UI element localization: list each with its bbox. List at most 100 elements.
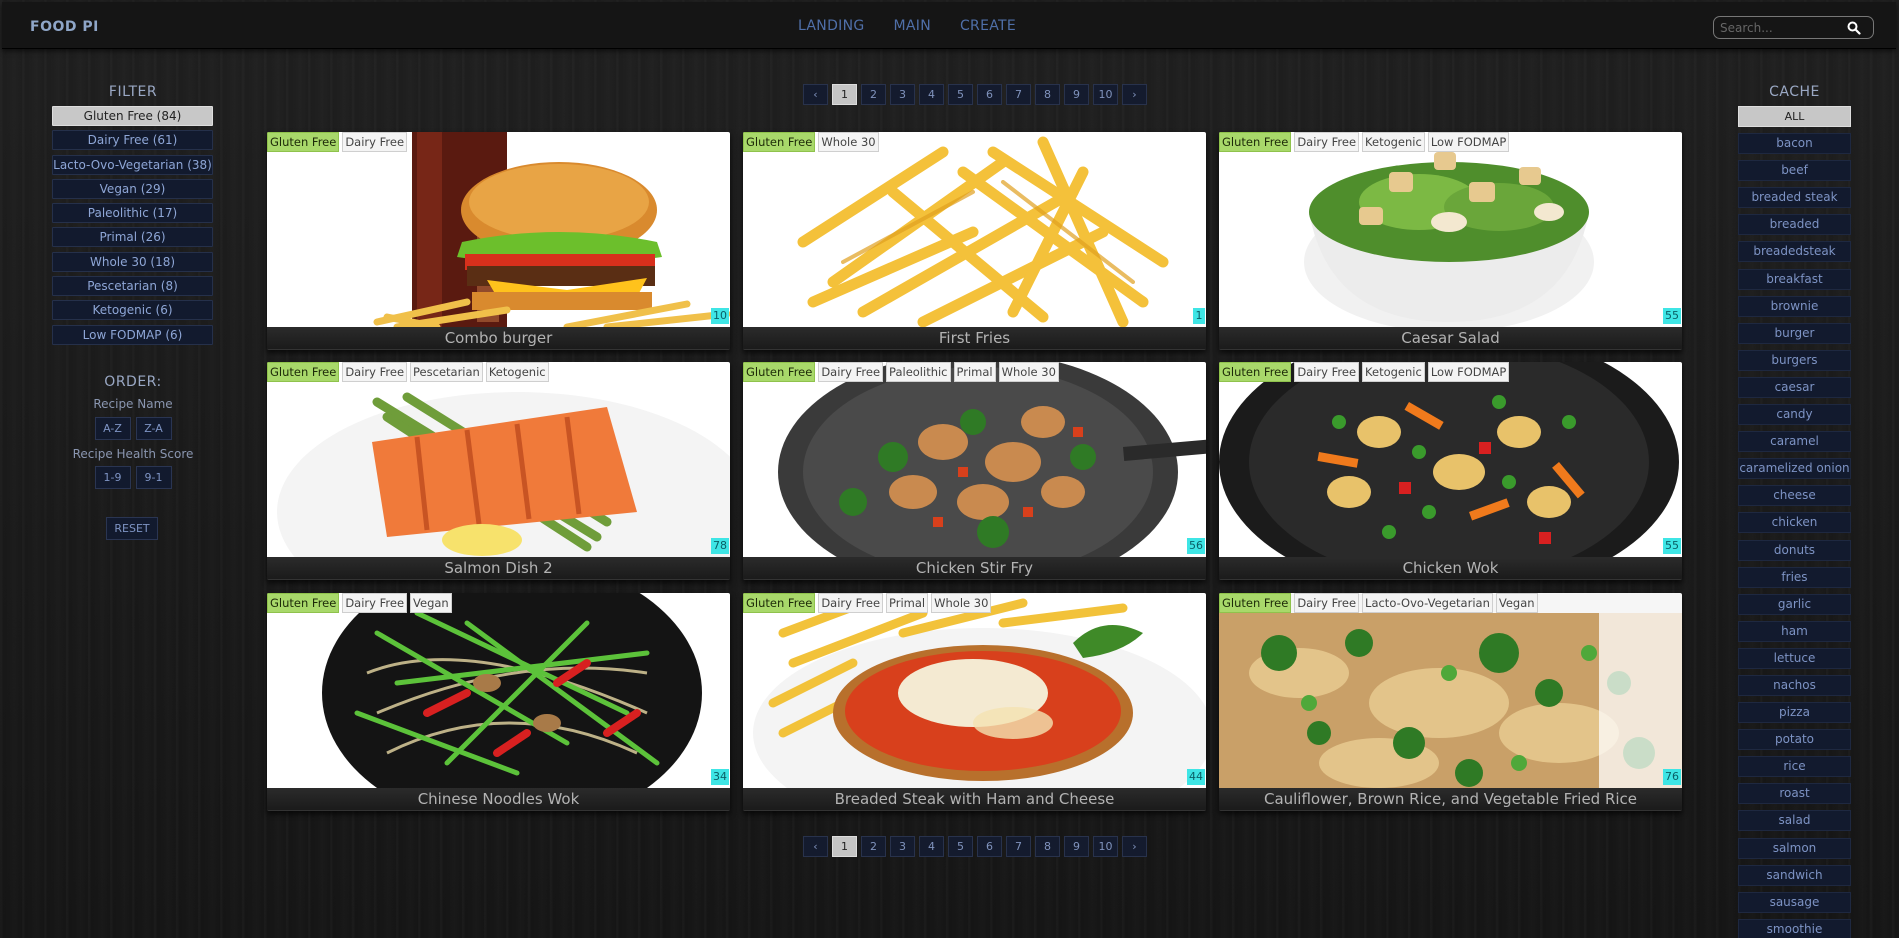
sort-z-a-button[interactable]: Z-A [135,417,172,440]
recipe-card[interactable]: Gluten Free Dairy Free Paleolithic Primal Wh… [743,362,1206,580]
recipe-title: Chicken Stir Fry [743,557,1206,579]
recipe-image-art [1219,132,1682,327]
filter-item[interactable]: Pescetarian (8) [52,276,213,297]
recipe-card[interactable]: Gluten Free Dairy Free Pescetarian Ketogeni… [267,362,730,580]
cache-item[interactable]: caramel [1738,431,1851,453]
cache-item[interactable]: breakfast [1738,268,1851,290]
cache-item[interactable]: bacon [1738,133,1851,155]
recipe-image-art [267,593,730,788]
cache-item[interactable]: sandwich [1738,864,1851,886]
cache-item[interactable]: garlic [1738,593,1851,615]
filter-item[interactable]: Lacto-Ovo-Vegetarian (38) [52,154,213,175]
cache-item[interactable]: chicken [1738,512,1851,534]
page-button[interactable]: 6 [977,836,1002,857]
page-button[interactable]: 3 [890,84,915,105]
cache-item[interactable]: fries [1738,566,1851,588]
page-button[interactable]: 9 [1064,836,1089,857]
page-button[interactable]: 5 [948,836,973,857]
page-button[interactable]: 8 [1035,84,1060,105]
diet-tag: Low FODMAP [1427,132,1510,152]
filter-item[interactable]: Ketogenic (6) [52,300,213,321]
filter-item[interactable]: Dairy Free (61) [52,130,213,151]
cache-item[interactable]: caesar [1738,376,1851,398]
cache-item[interactable]: ALL [1738,106,1851,127]
cache-item[interactable]: potato [1738,729,1851,751]
search-input[interactable] [1720,20,1840,36]
filter-item[interactable]: Low FODMAP (6) [52,324,213,345]
cache-item[interactable]: rice [1738,756,1851,778]
search-icon[interactable] [1847,21,1861,35]
filter-item[interactable]: Vegan (29) [52,178,213,199]
recipe-card[interactable]: Gluten Free Dairy Free Lacto-Ovo-Vegetaria… [1219,593,1682,811]
diet-tags: Gluten Free Dairy Free Pescetarian Ketogeni… [267,362,549,382]
recipe-card[interactable]: Gluten Free Whole 30 1 First Fries [743,132,1206,350]
recipe-card[interactable]: Gluten Free Dairy Free Ketogenic Low FODMAP… [1219,362,1682,580]
sort-1-9-button[interactable]: 1-9 [94,466,131,489]
recipe-card[interactable]: Gluten Free Dairy Free Ketogenic Low FODMAP… [1219,132,1682,350]
cache-item[interactable]: ham [1738,620,1851,642]
cache-item[interactable]: caramelized onion [1738,458,1851,480]
diet-tag: Dairy Free [818,362,884,382]
diet-tags: Gluten Free Whole 30 [743,132,879,152]
cache-item[interactable]: pizza [1738,702,1851,724]
page-button[interactable]: 3 [890,836,915,857]
nav-link-main[interactable]: MAIN [894,18,931,34]
cache-item[interactable]: salad [1738,810,1851,832]
page-button[interactable]: 1 [832,836,857,857]
page-button[interactable]: 8 [1035,836,1060,857]
recipe-card[interactable]: Gluten Free Dairy Free 10 Combo burger [267,132,730,350]
diet-tags: Gluten Free Dairy Free [267,132,408,152]
cache-item[interactable]: nachos [1738,674,1851,696]
page-button[interactable]: 5 [948,84,973,105]
filter-item[interactable]: Whole 30 (18) [52,251,213,272]
filter-item[interactable]: Gluten Free (84) [52,106,213,126]
recipe-card[interactable]: Gluten Free Dairy Free Primal Whole 30 44 Bre… [743,593,1206,811]
recipe-image [267,593,730,788]
page-button[interactable]: 7 [1006,836,1031,857]
sort-9-1-button[interactable]: 9-1 [135,466,172,489]
page-button[interactable]: 1 [832,84,857,105]
prev-page-button[interactable]: ‹ [803,84,828,105]
cache-item[interactable]: breadedsteak [1738,241,1851,263]
brand-logo[interactable]: FOOD PI [30,19,99,35]
page-button[interactable]: 2 [861,836,886,857]
filter-item[interactable]: Primal (26) [52,227,213,248]
recipe-title: Cauliflower, Brown Rice, and Vegetable F… [1219,788,1682,810]
cache-item[interactable]: salmon [1738,837,1851,859]
recipe-card[interactable]: Gluten Free Dairy Free Vegan 34 Chinese Nood… [267,593,730,811]
cache-item[interactable]: burger [1738,322,1851,344]
page-button[interactable]: 9 [1064,84,1089,105]
page-button[interactable]: 6 [977,84,1002,105]
cache-item[interactable]: beef [1738,160,1851,182]
health-score-badge: 44 [1187,769,1205,785]
cache-item[interactable]: sausage [1738,891,1851,913]
prev-page-button[interactable]: ‹ [803,836,828,857]
diet-tag: Gluten Free [1219,362,1292,382]
cache-item[interactable]: lettuce [1738,647,1851,669]
nav-link-landing[interactable]: LANDING [798,18,865,34]
recipe-image-art [743,593,1206,788]
next-page-button[interactable]: › [1122,84,1147,105]
cache-item[interactable]: donuts [1738,539,1851,561]
page-button[interactable]: 2 [861,84,886,105]
next-page-button[interactable]: › [1122,836,1147,857]
page-button[interactable]: 4 [919,836,944,857]
reset-button[interactable]: RESET [106,517,158,540]
cache-item[interactable]: breaded [1738,214,1851,236]
page-button[interactable]: 4 [919,84,944,105]
cache-item[interactable]: smoothie [1738,918,1851,938]
cache-item[interactable]: brownie [1738,295,1851,317]
sort-a-z-button[interactable]: A-Z [94,417,131,440]
cache-item[interactable]: cheese [1738,485,1851,507]
cache-item[interactable]: candy [1738,404,1851,426]
page-button[interactable]: 7 [1006,84,1031,105]
order-title: ORDER: [104,374,162,390]
cache-item[interactable]: burgers [1738,349,1851,371]
diet-tag: Paleolithic [886,362,951,382]
filter-item[interactable]: Paleolithic (17) [52,203,213,224]
cache-item[interactable]: roast [1738,783,1851,805]
page-button[interactable]: 10 [1093,84,1118,105]
page-button[interactable]: 10 [1093,836,1118,857]
nav-link-create[interactable]: CREATE [960,18,1016,34]
cache-item[interactable]: breaded steak [1738,187,1851,209]
